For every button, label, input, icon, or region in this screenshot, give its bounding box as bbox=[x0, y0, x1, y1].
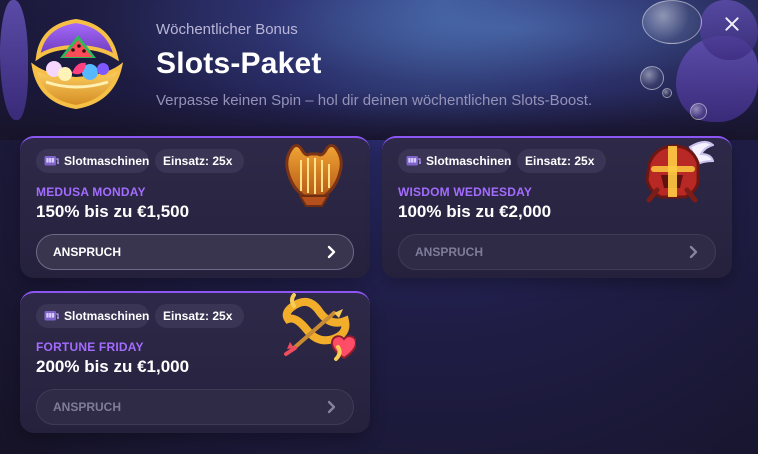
bubble-decoration-medium bbox=[640, 66, 664, 90]
winged-helmet-icon bbox=[645, 141, 714, 203]
promo-eyebrow: Wöchentlicher Bonus bbox=[156, 21, 298, 38]
bubble-decoration-small bbox=[690, 103, 707, 120]
category-tag: Slotmaschinen bbox=[36, 149, 149, 173]
page-title: Slots-Paket bbox=[156, 47, 322, 80]
chevron-right-icon bbox=[327, 245, 336, 259]
claim-button[interactable]: ANSPRUCH bbox=[36, 389, 354, 425]
bubble-decoration-tiny bbox=[662, 88, 672, 98]
seaweed-right-decoration bbox=[676, 36, 758, 122]
bow-and-arrow-icon bbox=[282, 293, 356, 361]
category-tag-label: Slotmaschinen bbox=[64, 154, 150, 168]
chevron-right-icon bbox=[689, 245, 698, 259]
chevron-right-icon bbox=[327, 400, 336, 414]
bonus-card-fortune-friday: Slotmaschinen Einsatz: 25x FORTUNE FRIDA… bbox=[20, 291, 370, 433]
close-icon[interactable] bbox=[722, 14, 742, 34]
claim-button[interactable]: ANSPRUCH bbox=[36, 234, 354, 270]
promo-name: WISDOM WEDNESDAY bbox=[398, 185, 533, 199]
claim-button-label: ANSPRUCH bbox=[415, 245, 484, 259]
promo-offer: 100% bis zu €2,000 bbox=[398, 202, 552, 221]
wager-tag-label: Einsatz: 25x bbox=[163, 309, 233, 323]
slot-machine-icon bbox=[44, 311, 59, 321]
wager-tag: Einsatz: 25x bbox=[155, 149, 244, 173]
treasure-chest-icon bbox=[31, 18, 124, 110]
bubble-decoration-large bbox=[642, 0, 702, 44]
slot-machine-icon bbox=[406, 156, 421, 166]
wager-tag-label: Einsatz: 25x bbox=[525, 154, 595, 168]
category-tag-label: Slotmaschinen bbox=[64, 309, 150, 323]
promo-offer: 150% bis zu €1,500 bbox=[36, 202, 190, 221]
category-tag: Slotmaschinen bbox=[36, 304, 149, 328]
bonus-modal: Wöchentlicher Bonus Slots-Paket Verpasse… bbox=[0, 0, 758, 454]
wager-tag: Einsatz: 25x bbox=[517, 149, 606, 173]
wager-tag-label: Einsatz: 25x bbox=[163, 154, 233, 168]
claim-button-label: ANSPRUCH bbox=[53, 400, 122, 414]
category-tag: Slotmaschinen bbox=[398, 149, 511, 173]
promo-name: FORTUNE FRIDAY bbox=[36, 340, 144, 354]
harp-icon bbox=[285, 144, 343, 207]
wager-tag: Einsatz: 25x bbox=[155, 304, 244, 328]
slot-machine-icon bbox=[44, 156, 59, 166]
claim-button-label: ANSPRUCH bbox=[53, 245, 122, 259]
bonus-card-wisdom-wednesday: Slotmaschinen Einsatz: 25x WISDOM WEDNES… bbox=[382, 136, 732, 278]
claim-button[interactable]: ANSPRUCH bbox=[398, 234, 716, 270]
promo-offer: 200% bis zu €1,000 bbox=[36, 357, 190, 376]
bonus-card-medusa-monday: Slotmaschinen Einsatz: 25x MEDUSA MONDAY… bbox=[20, 136, 370, 278]
promo-name: MEDUSA MONDAY bbox=[36, 185, 146, 199]
page-subtitle: Verpasse keinen Spin – hol dir deinen wö… bbox=[156, 92, 593, 109]
category-tag-label: Slotmaschinen bbox=[426, 154, 512, 168]
